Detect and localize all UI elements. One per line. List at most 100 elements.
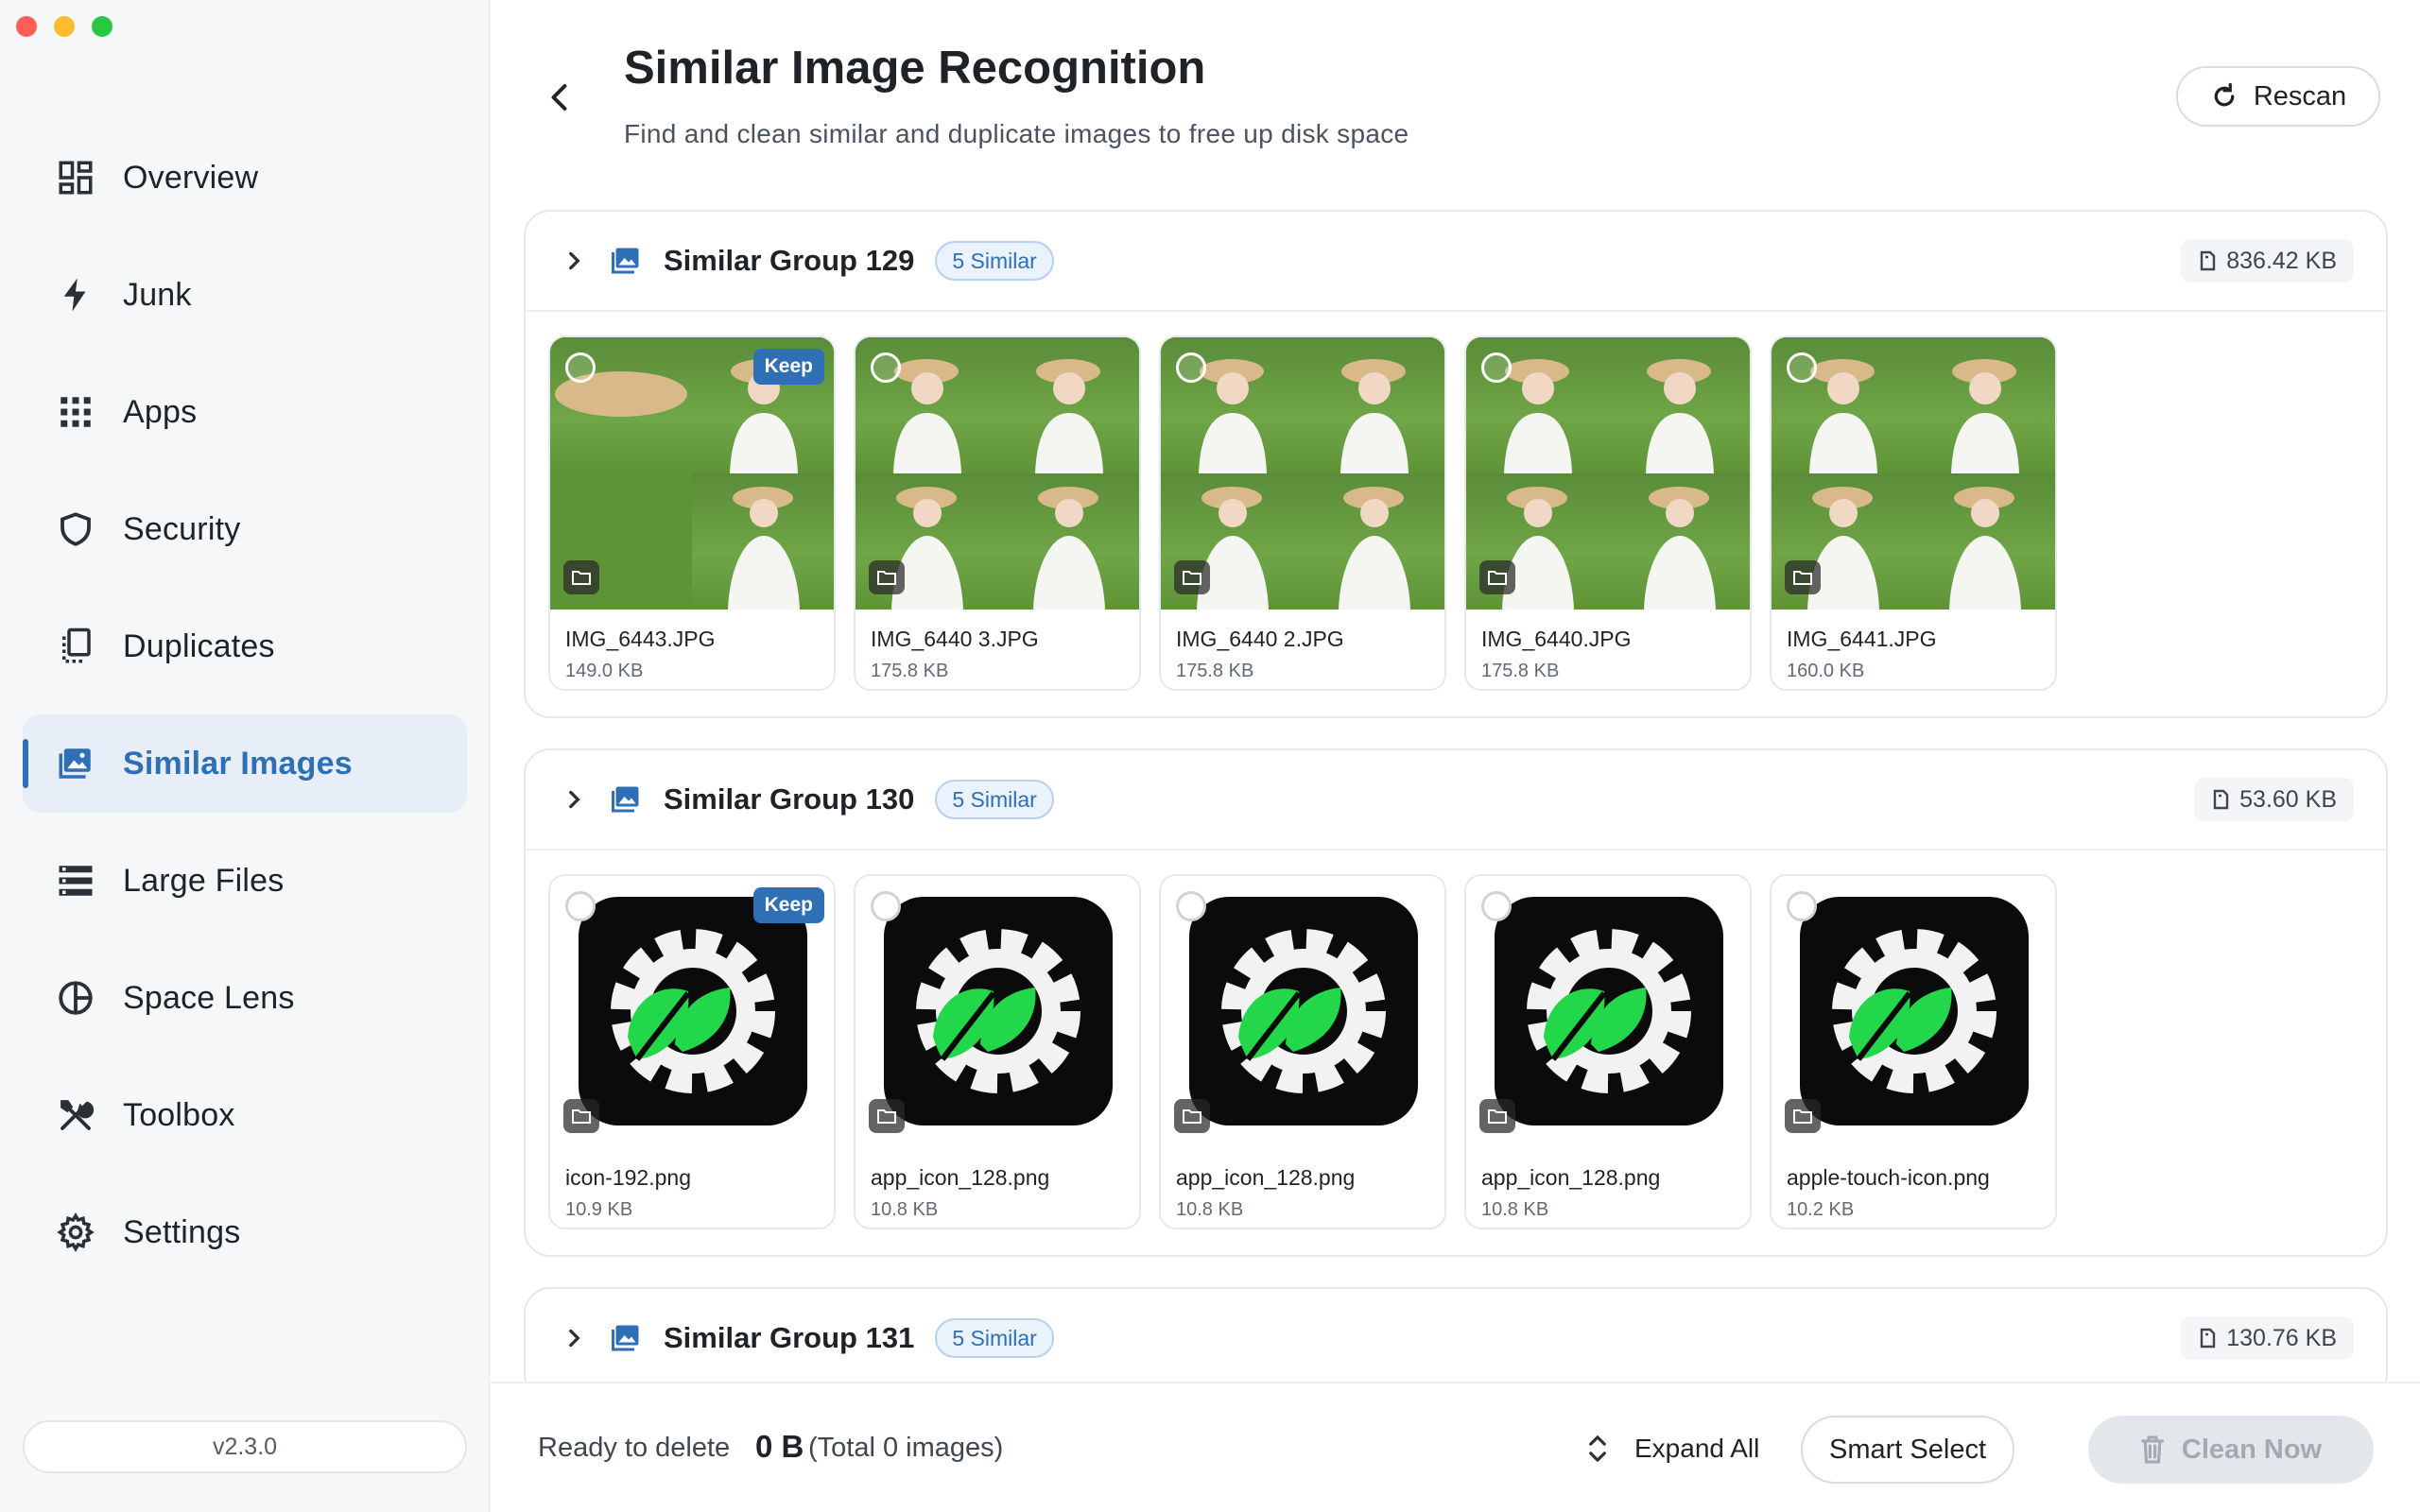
- smart-select-button[interactable]: Smart Select: [1801, 1416, 2014, 1484]
- refresh-icon: [2214, 82, 2235, 107]
- back-button[interactable]: [535, 72, 586, 123]
- image-filename: apple-touch-icon.png: [1787, 1165, 1990, 1190]
- stacked-bars-icon: [55, 860, 96, 902]
- image-card[interactable]: IMG_6441.JPG 160.0 KB: [1770, 335, 2057, 691]
- group-size: 130.76 KB: [2181, 1316, 2354, 1360]
- reveal-in-folder-button[interactable]: [563, 1099, 599, 1133]
- select-checkbox[interactable]: [871, 891, 901, 921]
- reveal-in-folder-button[interactable]: [869, 560, 905, 594]
- action-bar: Ready to delete 0 B (Total 0 images) Exp…: [491, 1382, 2420, 1512]
- image-thumbnail: Keep: [550, 337, 834, 610]
- sidebar-item-security[interactable]: Security: [23, 480, 467, 578]
- page-title: Similar Image Recognition: [624, 43, 1206, 94]
- image-filename: IMG_6441.JPG: [1787, 627, 1937, 651]
- chevron-right-icon[interactable]: [560, 785, 588, 814]
- window-zoom-button[interactable]: [92, 16, 112, 37]
- select-checkbox[interactable]: [1787, 891, 1817, 921]
- reveal-in-folder-button[interactable]: [869, 1099, 905, 1133]
- select-checkbox[interactable]: [1787, 352, 1817, 383]
- image-stack-icon: [612, 786, 639, 813]
- select-checkbox[interactable]: [1481, 891, 1512, 921]
- ready-to-delete-size: 0 B: [755, 1429, 804, 1464]
- chevron-right-icon[interactable]: [560, 247, 588, 275]
- shield-icon: [55, 508, 96, 550]
- sidebar-item-junk[interactable]: Junk: [23, 246, 467, 344]
- reveal-in-folder-button[interactable]: [1785, 1099, 1821, 1133]
- image-card[interactable]: app_icon_128.png 10.8 KB: [1464, 874, 1752, 1229]
- image-filesize: 175.8 KB: [1481, 661, 1560, 681]
- gear-icon: [55, 1211, 96, 1253]
- sidebar-item-large-files[interactable]: Large Files: [23, 832, 467, 930]
- image-filename: IMG_6440 2.JPG: [1176, 627, 1344, 651]
- expand-all-button[interactable]: Expand All: [1585, 1425, 1759, 1472]
- select-checkbox[interactable]: [871, 352, 901, 383]
- image-filesize: 175.8 KB: [1176, 661, 1254, 681]
- reveal-in-folder-button[interactable]: [1174, 560, 1210, 594]
- ready-to-delete-label: Ready to delete: [538, 1433, 731, 1463]
- overview-grid-icon: [55, 157, 96, 198]
- image-thumbnail: [856, 876, 1139, 1148]
- group-header[interactable]: Similar Group 129 5 Similar 836.42 KB: [526, 212, 2386, 310]
- clean-now-label: Clean Now: [2181, 1434, 2323, 1465]
- image-card[interactable]: IMG_6440.JPG 175.8 KB: [1464, 335, 1752, 691]
- sidebar-item-label: Space Lens: [123, 979, 295, 1016]
- group-images: Keep IMG_6443.JPG 149.0 KB IMG_6440 3.JP…: [526, 310, 2386, 716]
- image-card[interactable]: Keep icon-192.png 10.9 KB: [548, 874, 836, 1229]
- group-header[interactable]: Similar Group 131 5 Similar 130.76 KB: [526, 1289, 2386, 1387]
- clean-now-button[interactable]: Clean Now: [2088, 1416, 2374, 1484]
- reveal-in-folder-button[interactable]: [1174, 1099, 1210, 1133]
- similar-count-badge: 5 Similar: [935, 780, 1054, 819]
- sidebar-item-duplicates[interactable]: Duplicates: [23, 597, 467, 696]
- folder-icon: [1183, 571, 1201, 585]
- reveal-in-folder-button[interactable]: [1479, 1099, 1515, 1133]
- select-checkbox[interactable]: [1176, 891, 1206, 921]
- image-filename: IMG_6443.JPG: [565, 627, 716, 651]
- sidebar-item-label: Duplicates: [123, 627, 275, 664]
- image-stack-icon: [55, 743, 96, 784]
- chevron-right-icon[interactable]: [560, 1324, 588, 1352]
- select-checkbox[interactable]: [565, 891, 596, 921]
- image-card[interactable]: app_icon_128.png 10.8 KB: [854, 874, 1141, 1229]
- image-filesize: 175.8 KB: [871, 661, 949, 681]
- keep-badge: Keep: [752, 349, 824, 385]
- sidebar-item-label: Settings: [123, 1213, 241, 1250]
- sidebar-item-overview[interactable]: Overview: [23, 129, 467, 227]
- reveal-in-folder-button[interactable]: [1785, 560, 1821, 594]
- file-icon: [2213, 789, 2229, 810]
- sidebar-item-label: Toolbox: [123, 1096, 235, 1133]
- folder-icon: [1488, 571, 1507, 585]
- image-card[interactable]: Keep IMG_6443.JPG 149.0 KB: [548, 335, 836, 691]
- sidebar: Overview Junk Apps Security Duplicates S…: [0, 0, 490, 1512]
- sidebar-item-apps[interactable]: Apps: [23, 363, 467, 461]
- image-filename: IMG_6440.JPG: [1481, 627, 1632, 651]
- tools-icon: [55, 1094, 96, 1136]
- group-size-value: 130.76 KB: [2226, 1324, 2337, 1351]
- group-title: Similar Group 130: [664, 782, 915, 816]
- select-checkbox[interactable]: [1176, 352, 1206, 383]
- image-card[interactable]: IMG_6440 3.JPG 175.8 KB: [854, 335, 1141, 691]
- select-checkbox[interactable]: [1481, 352, 1512, 383]
- image-card[interactable]: app_icon_128.png 10.8 KB: [1159, 874, 1446, 1229]
- reveal-in-folder-button[interactable]: [1479, 560, 1515, 594]
- version-label: v2.3.0: [23, 1420, 467, 1473]
- image-card[interactable]: IMG_6440 2.JPG 175.8 KB: [1159, 335, 1446, 691]
- apps-grid-icon: [55, 391, 96, 433]
- sidebar-item-toolbox[interactable]: Toolbox: [23, 1066, 467, 1164]
- group-header[interactable]: Similar Group 130 5 Similar 53.60 KB: [526, 750, 2386, 849]
- sidebar-item-space-lens[interactable]: Space Lens: [23, 949, 467, 1047]
- image-card[interactable]: apple-touch-icon.png 10.2 KB: [1770, 874, 2057, 1229]
- sidebar-item-settings[interactable]: Settings: [23, 1183, 467, 1281]
- window-minimize-button[interactable]: [54, 16, 75, 37]
- image-filename: app_icon_128.png: [1176, 1165, 1356, 1190]
- image-thumbnail: [1161, 337, 1444, 610]
- pie-lens-icon: [55, 977, 96, 1019]
- folder-icon: [1183, 1109, 1201, 1124]
- select-checkbox[interactable]: [565, 352, 596, 383]
- window-close-button[interactable]: [16, 16, 37, 37]
- rescan-button[interactable]: Rescan: [2176, 66, 2380, 127]
- reveal-in-folder-button[interactable]: [563, 560, 599, 594]
- similar-count-badge: 5 Similar: [935, 241, 1054, 281]
- sidebar-item-similar-images[interactable]: Similar Images: [23, 714, 467, 813]
- group-size: 53.60 KB: [2194, 778, 2354, 821]
- folder-icon: [1793, 1109, 1812, 1124]
